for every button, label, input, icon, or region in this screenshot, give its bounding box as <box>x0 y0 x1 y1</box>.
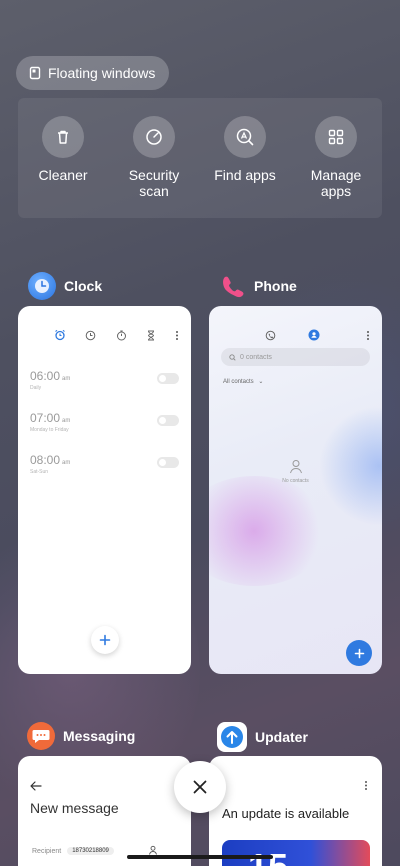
messaging-app-title: Messaging <box>63 728 136 744</box>
alarm-toggle[interactable] <box>157 457 179 468</box>
add-contact-button[interactable] <box>346 640 372 666</box>
quick-actions-panel: Cleaner Security scan Find apps Manage a… <box>18 98 382 218</box>
messaging-app-header[interactable]: Messaging <box>27 722 135 750</box>
cleaner-button[interactable]: Cleaner <box>18 116 108 183</box>
new-message-title: New message <box>30 800 119 816</box>
grid-icon <box>315 116 357 158</box>
floating-windows-label: Floating windows <box>48 65 156 81</box>
floating-windows-button[interactable]: Floating windows <box>16 56 170 90</box>
security-scan-button[interactable]: Security scan <box>109 116 199 199</box>
find-apps-icon <box>224 116 266 158</box>
alarm-item[interactable]: 06:00 am Daily <box>30 369 179 391</box>
recents-icon[interactable] <box>265 328 276 346</box>
find-apps-label: Find apps <box>214 167 276 183</box>
recipient-label: Recipient <box>32 847 62 855</box>
empty-state-text: No contacts <box>282 478 309 484</box>
alarm-repeat: Monday to Friday <box>30 427 69 433</box>
alarm-ampm: am <box>62 460 71 466</box>
security-scan-icon <box>133 116 175 158</box>
alarm-item[interactable]: 07:00 am Monday to Friday <box>30 411 179 433</box>
manage-apps-label: Manage apps <box>310 167 362 199</box>
search-icon <box>229 353 236 361</box>
more-icon[interactable] <box>175 328 179 346</box>
empty-state: No contacts <box>209 458 382 484</box>
alarm-time: 08:00 <box>30 453 61 467</box>
alarm-ampm: am <box>62 376 71 382</box>
alarm-toggle[interactable] <box>157 415 179 426</box>
update-banner: 15 <box>222 840 370 866</box>
alarm-repeat: Daily <box>30 385 42 391</box>
messaging-app-card[interactable]: New message Recipient 18730218809 <box>18 756 191 866</box>
phone-tab-bar <box>265 328 370 346</box>
plus-icon <box>99 634 111 646</box>
close-icon <box>193 780 207 794</box>
updater-app-title: Updater <box>255 729 308 745</box>
more-icon[interactable] <box>364 778 368 796</box>
contacts-icon[interactable] <box>308 328 320 346</box>
alarm-toggle[interactable] <box>157 373 179 384</box>
back-arrow-icon[interactable] <box>30 778 42 796</box>
stopwatch-icon[interactable] <box>116 328 127 346</box>
alarm-repeat: Sat-Sun <box>30 469 49 475</box>
contacts-filter[interactable]: All contacts ⌄ <box>223 378 263 385</box>
cleaner-label: Cleaner <box>38 167 88 183</box>
updater-app-icon <box>217 722 247 752</box>
contacts-search-input[interactable]: 0 contacts <box>221 348 370 366</box>
phone-app-header[interactable]: Phone <box>218 272 297 300</box>
trash-icon <box>42 116 84 158</box>
clock-app-card[interactable]: 06:00 am Daily 07:00 am Monday to Friday 0… <box>18 306 191 674</box>
updater-app-header[interactable]: Updater <box>217 722 308 752</box>
clock-app-icon <box>28 272 56 300</box>
phone-app-title: Phone <box>254 278 297 294</box>
clock-tab-bar <box>54 328 179 346</box>
person-icon <box>289 460 302 474</box>
phone-app-card[interactable]: 0 contacts All contacts ⌄ No contacts <box>209 306 382 674</box>
clock-app-header[interactable]: Clock <box>28 272 102 300</box>
timer-icon[interactable] <box>146 328 156 346</box>
alarm-time: 06:00 <box>30 369 61 383</box>
chevron-down-icon: ⌄ <box>258 379 264 385</box>
manage-apps-button[interactable]: Manage apps <box>291 116 381 199</box>
more-icon[interactable] <box>366 328 370 346</box>
clock-app-title: Clock <box>64 278 103 294</box>
contacts-search-placeholder: 0 contacts <box>240 353 272 361</box>
alarm-icon[interactable] <box>54 328 66 346</box>
alarm-time: 07:00 <box>30 411 61 425</box>
updater-app-card[interactable]: An update is available 15 <box>209 756 382 866</box>
contacts-filter-label: All contacts <box>223 379 254 385</box>
world-clock-icon[interactable] <box>85 328 96 346</box>
close-all-button[interactable] <box>174 761 226 813</box>
update-available-text: An update is available <box>222 806 350 821</box>
messaging-app-icon <box>27 722 55 750</box>
recipient-chip[interactable]: 18730218809 <box>67 847 114 855</box>
floating-window-icon <box>28 66 42 80</box>
security-scan-label: Security scan <box>128 167 180 199</box>
alarm-item[interactable]: 08:00 am Sat-Sun <box>30 453 179 475</box>
find-apps-button[interactable]: Find apps <box>200 116 290 183</box>
home-indicator[interactable] <box>127 855 273 859</box>
alarm-ampm: am <box>62 418 71 424</box>
phone-app-icon <box>218 272 246 300</box>
add-alarm-button[interactable] <box>91 626 119 654</box>
plus-icon <box>354 648 364 658</box>
